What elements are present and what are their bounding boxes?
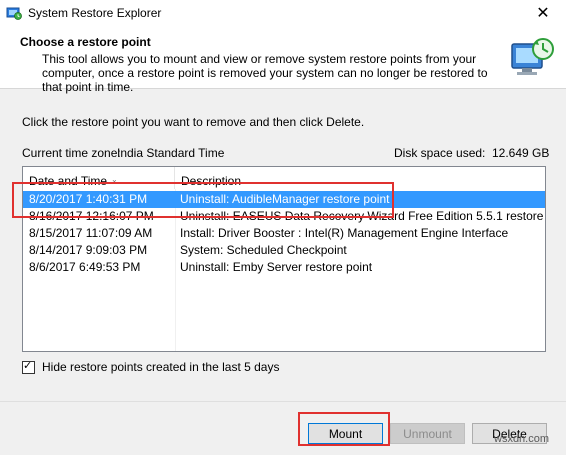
table-row[interactable]: 8/15/2017 11:07:09 AM Install: Driver Bo… [23, 225, 545, 242]
row-description: Install: Driver Booster : Intel(R) Manag… [180, 226, 509, 240]
header-description: This tool allows you to mount and view o… [42, 52, 488, 94]
watermark: wsxdn.com [494, 433, 550, 445]
disk-space-value: 12.649 GB [492, 146, 550, 160]
unmount-button[interactable]: Unmount [390, 423, 465, 444]
sort-arrow-icon: ⌄ [111, 175, 118, 184]
row-date: 8/6/2017 6:49:53 PM [29, 260, 141, 274]
list-rows: 8/20/2017 1:40:31 PM Uninstall: AudibleM… [23, 191, 545, 276]
timezone-label: Current time zone: [22, 146, 121, 160]
row-description: Uninstall: AudibleManager restore point [180, 192, 390, 206]
header-panel: Choose a restore point This tool allows … [0, 26, 566, 94]
column-header-date[interactable]: ⌄ Date and Time [23, 167, 175, 189]
close-button[interactable]: ✕ [520, 0, 566, 26]
table-row[interactable]: 8/20/2017 1:40:31 PM Uninstall: AudibleM… [23, 191, 545, 208]
hide-recent-checkbox-row[interactable]: ✓ Hide restore points created in the las… [22, 360, 279, 374]
disk-space-label: Disk space used: [394, 146, 486, 160]
row-date: 8/15/2017 11:07:09 AM [29, 226, 153, 240]
app-icon [6, 7, 22, 20]
row-date: 8/14/2017 9:09:03 PM [29, 243, 148, 257]
row-description: System: Scheduled Checkpoint [180, 243, 347, 257]
mount-button[interactable]: Mount [308, 423, 383, 444]
list-header: ⌄ Date and Time Description [23, 167, 545, 189]
column-header-description[interactable]: Description [175, 167, 545, 189]
row-date: 8/20/2017 1:40:31 PM [29, 192, 148, 206]
header-title: Choose a restore point [20, 35, 151, 49]
instruction-text: Click the restore point you want to remo… [22, 115, 365, 129]
window-title: System Restore Explorer [28, 6, 162, 20]
row-date: 8/16/2017 12:16:07 PM [29, 209, 154, 223]
table-row[interactable]: 8/6/2017 6:49:53 PM Uninstall: Emby Serv… [23, 259, 545, 276]
restore-points-list[interactable]: ⌄ Date and Time Description 8/20/2017 1:… [22, 166, 546, 352]
hide-recent-checkbox[interactable]: ✓ [22, 359, 35, 374]
row-description: Uninstall: EASEUS Data Recovery Wizard F… [180, 209, 546, 223]
timezone-value: India Standard Time [117, 146, 225, 160]
checkmark-icon: ✓ [23, 359, 33, 372]
close-icon: ✕ [536, 5, 550, 22]
title-bar: System Restore Explorer ✕ [0, 0, 566, 26]
table-row[interactable]: 8/16/2017 12:16:07 PM Uninstall: EASEUS … [23, 208, 545, 225]
row-description: Uninstall: Emby Server restore point [180, 260, 373, 274]
hide-recent-label[interactable]: Hide restore points created in the last … [42, 360, 279, 374]
restore-computer-icon [511, 38, 554, 75]
footer: Mount Unmount Delete [0, 401, 566, 455]
table-row[interactable]: 8/14/2017 9:09:03 PM System: Scheduled C… [23, 242, 545, 259]
